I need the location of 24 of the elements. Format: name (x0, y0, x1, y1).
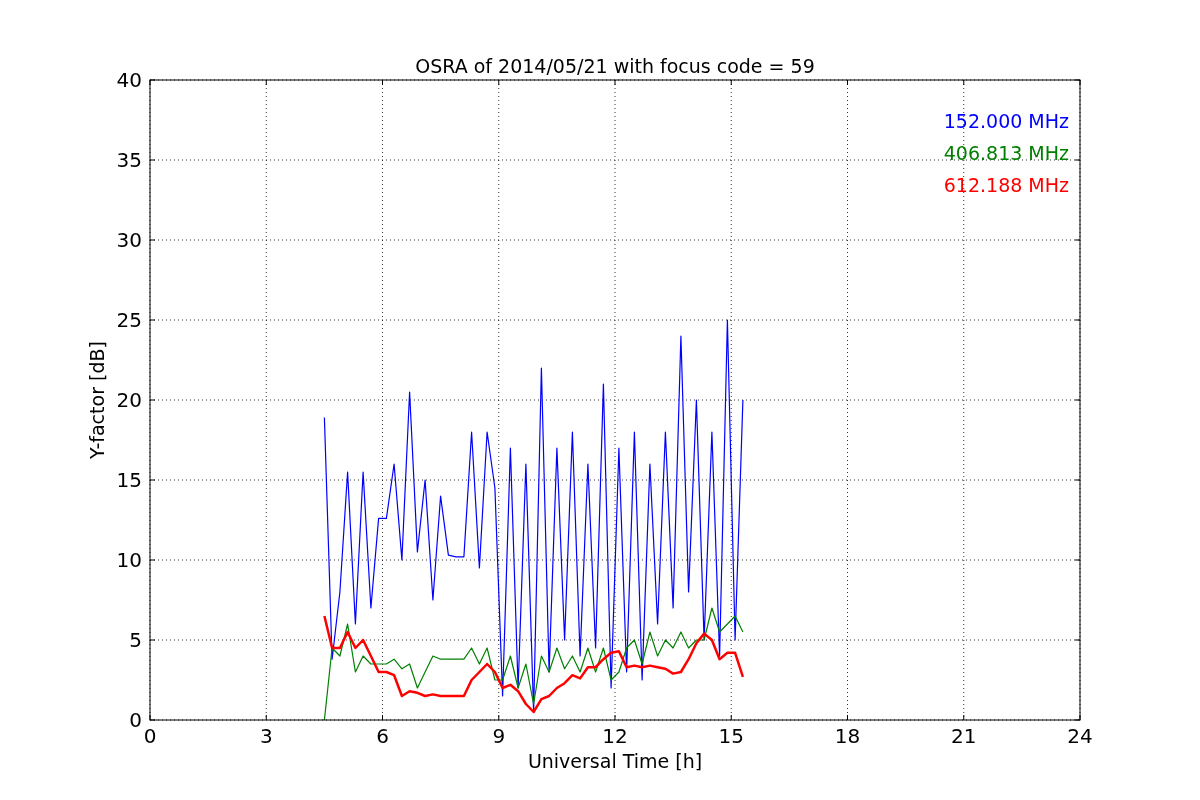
tick-label: 9 (492, 724, 506, 748)
legend-label: 152.000 MHz (943, 110, 1069, 132)
legend-label: 612.188 MHz (943, 174, 1069, 196)
chart-title: OSRA of 2014/05/21 with focus code = 59 (415, 55, 815, 77)
tick-label: 0 (143, 724, 157, 748)
tick-label: 0 (129, 708, 142, 732)
tick-label: 20 (116, 388, 142, 412)
tick-label: 18 (834, 724, 861, 748)
tick-label: 3 (259, 724, 273, 748)
tick-label: 24 (1067, 724, 1093, 748)
tick-label: 5 (129, 628, 142, 652)
x-axis-label: Universal Time [h] (527, 750, 703, 772)
tick-label: 21 (951, 724, 977, 748)
tick-label: 25 (116, 308, 142, 332)
tick-label: 6 (376, 724, 389, 748)
tick-label: 15 (116, 468, 142, 492)
tick-label: 12 (602, 724, 628, 748)
tick-label: 15 (718, 724, 744, 748)
tick-label: 10 (116, 548, 142, 572)
tick-label: 35 (116, 148, 142, 172)
tick-label: 30 (116, 228, 142, 252)
legend-label: 406.813 MHz (943, 142, 1069, 164)
tick-label: 40 (116, 68, 142, 92)
y-axis-label: Y-factor [dB] (86, 341, 108, 459)
